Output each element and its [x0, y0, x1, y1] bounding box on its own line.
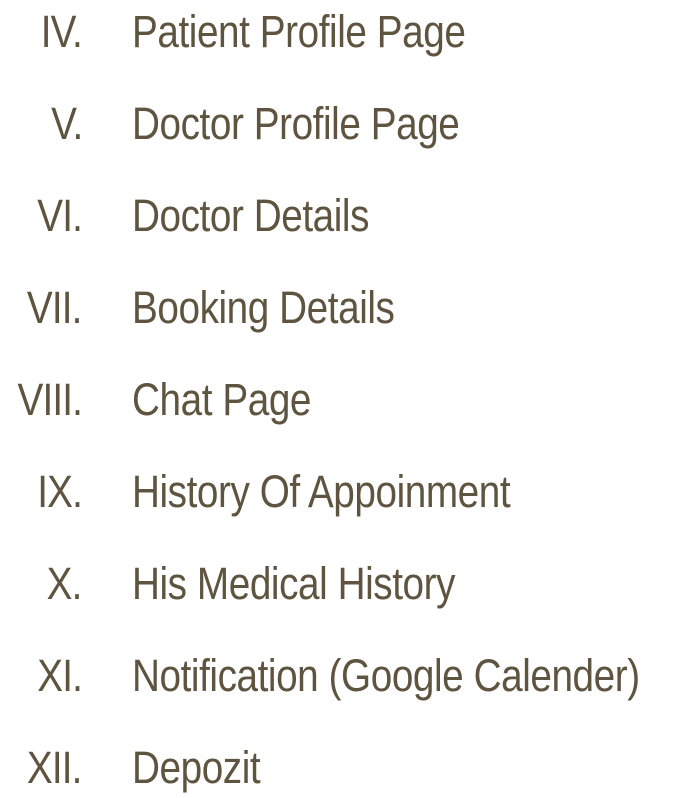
- list-item-label: Booking Details: [132, 282, 395, 333]
- list-item-numeral: VII.: [27, 282, 82, 333]
- list-item-numeral: VIII.: [17, 374, 82, 425]
- list-item-patient-profile-page: IV. Patient Profile Page: [0, 2, 692, 62]
- list-item-chat-page: VIII. Chat Page: [0, 370, 692, 430]
- list-item-numeral: IX.: [37, 466, 83, 517]
- list-item-numeral: XII.: [27, 742, 82, 793]
- list-item-numeral: IV.: [40, 6, 83, 57]
- list-item-label: Doctor Profile Page: [132, 98, 460, 149]
- list-item-label: Patient Profile Page: [132, 6, 466, 57]
- list-item-label: Chat Page: [132, 374, 312, 425]
- list-item-booking-details: VII. Booking Details: [0, 278, 692, 338]
- list-item-numeral: X.: [47, 558, 83, 609]
- list-item-label: History Of Appoinment: [132, 466, 511, 517]
- list-item-doctor-profile-page: V. Doctor Profile Page: [0, 94, 692, 154]
- list-item-history-of-appointment: IX. History Of Appoinment: [0, 462, 692, 522]
- list-item-medical-history: X. His Medical History: [0, 554, 692, 614]
- list-item-label: Depozit: [132, 742, 261, 793]
- list-item-numeral: XI.: [37, 650, 83, 701]
- list-item-label: Doctor Details: [132, 190, 370, 241]
- list-item-depozit: XII. Depozit: [0, 738, 692, 798]
- list-item-doctor-details: VI. Doctor Details: [0, 186, 692, 246]
- list-item-label: Notification (Google Calender): [132, 650, 640, 701]
- list-item-notification: XI. Notification (Google Calender): [0, 646, 692, 706]
- list-item-label: His Medical History: [132, 558, 455, 609]
- list-item-numeral: VI.: [37, 190, 83, 241]
- numbered-list: IV. Patient Profile Page V. Doctor Profi…: [0, 0, 692, 794]
- list-item-numeral: V.: [50, 98, 83, 149]
